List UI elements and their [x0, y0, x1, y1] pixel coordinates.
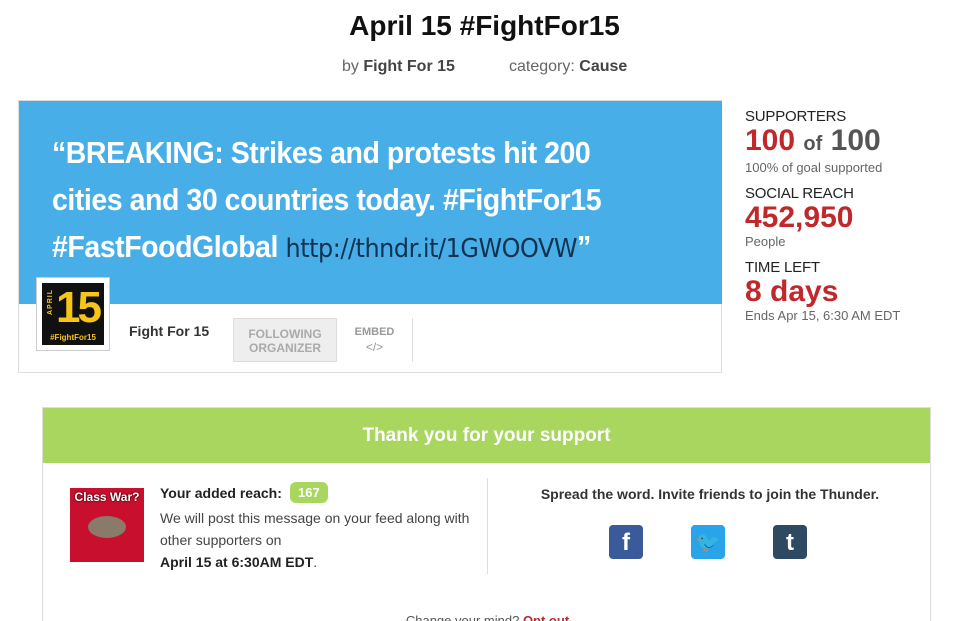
category: category: Cause — [509, 58, 627, 76]
supporters-value: 100 of 100 — [745, 125, 955, 160]
page-title: April 15 #FightFor15 — [349, 10, 620, 41]
organizer-avatar[interactable]: APRIL 15 #FightFor15 — [36, 277, 110, 351]
social-reach-label: SOCIAL REACH — [745, 185, 854, 202]
organizer-byline: by Fight For 15 — [342, 58, 455, 76]
avatar-image: APRIL 15 #FightFor15 — [42, 283, 104, 345]
message-box: “BREAKING: Strikes and protests hit 200 … — [19, 101, 722, 304]
avatar-april-text: APRIL — [47, 289, 54, 315]
thumbnail-caption: Class War? — [74, 490, 140, 504]
social-reach-stat: SOCIAL REACH 452,950 People — [745, 185, 955, 249]
embed-label: EMBED — [354, 326, 395, 338]
social-reach-value: 452,950 — [745, 201, 854, 234]
organizer-link[interactable]: Fight For 15 — [363, 58, 455, 75]
opt-out-text: Change your mind? — [405, 613, 520, 621]
added-reach-label: Your added reach: — [160, 485, 282, 501]
supporters-count: 100 — [745, 124, 796, 157]
supporters-label: SUPPORTERS — [745, 108, 847, 125]
support-heading: Thank you for your support — [43, 408, 930, 463]
supporters-stat: SUPPORTERS 100 of 100 100% of goal suppo… — [745, 108, 955, 175]
campaign-stats: SUPPORTERS 100 of 100 100% of goal suppo… — [745, 108, 955, 333]
twitter-share-icon[interactable]: 🐦 — [691, 525, 725, 559]
by-label: by — [342, 58, 359, 75]
cat-image — [88, 516, 126, 538]
opt-out-link[interactable]: Opt out — [523, 613, 569, 621]
time-left-label: TIME LEFT — [745, 259, 820, 276]
post-description-text: We will post this message on your feed a… — [160, 510, 470, 548]
tumblr-share-icon[interactable]: t — [773, 525, 807, 559]
social-reach-sub: People — [745, 234, 786, 249]
supporters-goal: 100 — [830, 124, 881, 157]
facebook-share-icon[interactable]: f — [609, 525, 643, 559]
spread-the-word: Spread the word. Invite friends to join … — [540, 486, 880, 502]
post-description-end: . — [313, 554, 318, 570]
time-left-stat: TIME LEFT 8 days Ends Apr 15, 6:30 AM ED… — [745, 259, 955, 323]
category-link[interactable]: Cause — [579, 58, 627, 75]
time-left-value: 8 days — [745, 275, 839, 308]
avatar-number: 15 — [56, 283, 102, 332]
supporters-of: of — [803, 133, 823, 155]
message-link[interactable]: http://thndr.it/1GWOOVW — [285, 234, 577, 264]
support-panel: Thank you for your support Class War? Yo… — [42, 407, 931, 621]
code-icon: </> — [365, 340, 384, 354]
user-thumbnail: Class War? — [70, 488, 144, 562]
opt-out-row: Change your mind? Opt out — [43, 613, 932, 621]
message-close-quote: ” — [577, 229, 591, 264]
added-reach-badge: 167 — [290, 482, 328, 503]
post-date: April 15 at 6:30AM EDT — [160, 554, 314, 570]
post-description: We will post this message on your feed a… — [160, 507, 470, 573]
campaign-card: “BREAKING: Strikes and protests hit 200 … — [18, 100, 722, 373]
time-left-sub: Ends Apr 15, 6:30 AM EDT — [745, 308, 901, 323]
avatar-hashtag: #FightFor15 — [50, 333, 96, 342]
supporters-sub: 100% of goal supported — [745, 160, 883, 175]
campaign-message: “BREAKING: Strikes and protests hit 200 … — [52, 129, 641, 273]
embed-button[interactable]: EMBED </> — [337, 318, 413, 362]
organizer-name[interactable]: Fight For 15 — [129, 323, 209, 339]
following-organizer-button[interactable]: FOLLOWING ORGANIZER — [233, 318, 337, 362]
category-label: category: — [509, 58, 575, 75]
